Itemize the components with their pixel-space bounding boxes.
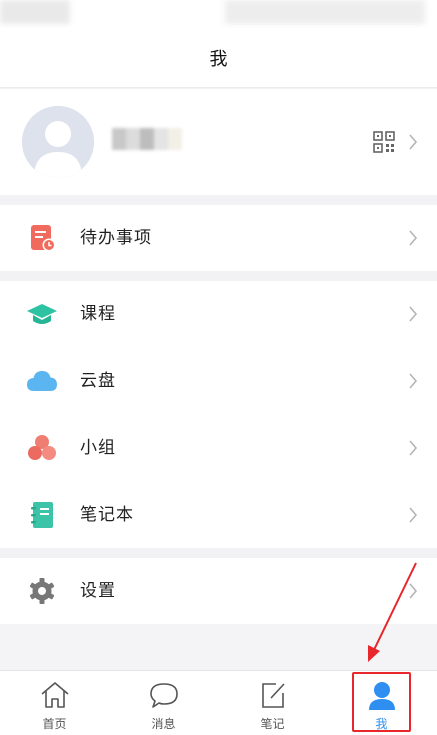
chevron-right-icon [409,507,418,523]
username-blurred [112,126,184,152]
status-bar-left-blur [0,0,70,24]
menu-item-notebook[interactable]: 笔记本 [0,482,437,548]
menu-item-notebook-label: 笔记本 [80,505,134,525]
tab-notes-label: 笔记 [260,717,285,731]
status-bar-right-blur [225,0,425,24]
cloud-icon [27,371,57,391]
chevron-right-icon [409,440,418,456]
home-icon [40,682,69,708]
note-icon [261,683,285,708]
avatar[interactable] [22,106,94,178]
menu-item-course-label: 课程 [80,304,116,324]
menu-item-settings[interactable]: 设置 [0,558,437,624]
profile-card[interactable] [0,89,437,195]
highlight-box [352,672,411,732]
menu-item-group-label: 小组 [80,438,116,458]
menu-item-cloud-label: 云盘 [80,371,116,391]
main-menu-section: 课程 云盘 小组 笔记本 [0,281,437,548]
chevron-right-icon [409,230,418,246]
todo-icon [31,225,56,252]
chevron-right-icon [409,583,418,599]
tab-messages[interactable]: 消息 [109,671,218,735]
qr-code-icon[interactable] [373,131,395,153]
tab-messages-label: 消息 [151,717,176,731]
todo-section: 待办事项 [0,205,437,271]
group-icon [28,435,56,460]
chevron-right-icon [409,373,418,389]
notebook-icon [31,502,53,528]
menu-item-todo-label: 待办事项 [80,228,152,248]
chevron-right-icon [409,134,418,150]
menu-item-settings-label: 设置 [80,581,116,601]
graduation-cap-icon [27,304,57,324]
menu-item-todo[interactable]: 待办事项 [0,205,437,271]
tab-home-label: 首页 [42,717,67,731]
status-bar [0,0,437,28]
menu-item-course[interactable]: 课程 [0,281,437,347]
message-icon [149,683,178,708]
menu-item-group[interactable]: 小组 [0,415,437,481]
tab-notes[interactable]: 笔记 [218,671,327,735]
default-avatar-icon [22,106,94,178]
tab-home[interactable]: 首页 [0,671,109,735]
chevron-right-icon [409,306,418,322]
page-title: 我 [209,48,228,70]
menu-item-cloud[interactable]: 云盘 [0,348,437,414]
settings-section: 设置 [0,558,437,624]
username-blur-graphic [112,128,182,150]
nav-bar: 我 [0,28,437,88]
gear-icon [29,578,55,604]
